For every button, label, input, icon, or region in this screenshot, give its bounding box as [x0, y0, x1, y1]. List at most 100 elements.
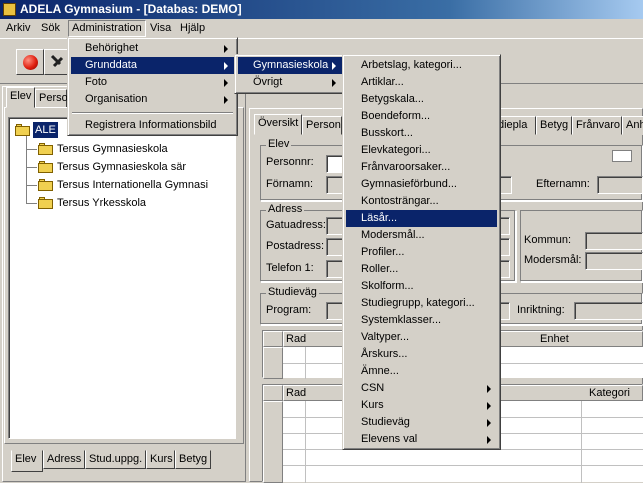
gymnasieskola-menu: Arbetslag, kategori... Artiklar... Betygsk… [342, 54, 501, 450]
menu-item[interactable]: Elevens val [346, 431, 497, 448]
menu-item[interactable]: Skolform... [346, 278, 497, 295]
menu-item[interactable]: Boendeform... [346, 108, 497, 125]
tab-betyg-right[interactable]: Betyg [536, 116, 572, 135]
menu-item-label: Läsår... [361, 212, 398, 224]
menu-item-behorighet[interactable]: Behörighet [71, 40, 234, 57]
tab-betyg[interactable]: Betyg [175, 450, 211, 469]
telefon-label: Telefon 1: [266, 262, 314, 274]
menu-item-label: Artiklar... [361, 76, 404, 88]
column-header-kategori[interactable]: Kategori [589, 386, 630, 400]
modersmal-field[interactable] [585, 252, 643, 270]
menu-item-label: Kurs [361, 399, 384, 411]
tree-item-label: Tersus Gymnasieskola sär [57, 161, 186, 173]
adress-group-label: Adress [266, 203, 305, 215]
menu-item-registrera-informationsbild[interactable]: Registrera Informationsbild [71, 117, 234, 134]
menu-sok[interactable]: Sök [37, 20, 64, 37]
menu-item[interactable]: CSN [346, 380, 497, 397]
menu-item-grunddata[interactable]: Grunddata [71, 57, 234, 74]
column-header-rad[interactable]: Rad [286, 332, 306, 346]
menu-item-gymnasieskola[interactable]: Gymnasieskola [238, 57, 342, 74]
menu-item[interactable]: Valtyper... [346, 329, 497, 346]
tree-item-label: Tersus Yrkesskola [57, 197, 147, 209]
menu-arkiv[interactable]: Arkiv [2, 20, 34, 37]
administration-menu: Behörighet Grunddata Foto Organisation R… [67, 37, 238, 136]
menu-item-label: Betygskala... [361, 93, 424, 105]
menu-item[interactable]: Läsår... [346, 210, 497, 227]
menu-item[interactable]: Busskort... [346, 125, 497, 142]
menu-item-label: Profiler... [361, 246, 405, 258]
tab-person[interactable]: Perso [35, 89, 68, 108]
menu-item[interactable]: Årskurs... [346, 346, 497, 363]
tab-adress[interactable]: Adress [43, 450, 85, 469]
tree-item-label: Tersus Gymnasieskola [57, 143, 168, 155]
submenu-arrow-icon [224, 96, 228, 104]
submenu-arrow-icon [224, 62, 228, 70]
submenu-arrow-icon [224, 45, 228, 53]
tab-elev[interactable]: Elev [6, 87, 35, 108]
kommun-field[interactable] [585, 232, 643, 250]
studievag-group-label: Studieväg [266, 286, 319, 298]
menu-item[interactable]: Arbetslag, kategori... [346, 57, 497, 74]
menu-administration[interactable]: Administration [68, 20, 146, 37]
menu-item-label: Roller... [361, 263, 399, 275]
menu-item[interactable]: Frånvaroorsaker... [346, 159, 497, 176]
menu-bar: Arkiv Sök Administration Visa Hjälp [0, 19, 643, 38]
submenu-arrow-icon [487, 402, 491, 410]
tab-franvaro[interactable]: Frånvaro [572, 116, 622, 135]
column-header-enhet[interactable]: Enhet [540, 332, 569, 346]
tab-oversikt[interactable]: Översikt [254, 114, 302, 135]
tab-elev-bottom[interactable]: Elev [11, 450, 43, 472]
tab-personal[interactable]: Persona [302, 116, 342, 135]
fornamn-label: Förnamn: [266, 178, 314, 190]
menu-item[interactable]: Systemklasser... [346, 312, 497, 329]
tree-item-label: Tersus Internationella Gymnasi [57, 179, 209, 191]
menu-item-ovrigt[interactable]: Övrigt [238, 74, 342, 91]
submenu-arrow-icon [224, 79, 228, 87]
organisation-tree: ALE Tersus Gymnasieskola Tersus Gymnasie… [8, 117, 236, 439]
menu-item-label: Studiegrupp, kategori... [361, 297, 475, 309]
efternamn-field[interactable] [597, 176, 643, 194]
menu-item-label: Busskort... [361, 127, 413, 139]
folder-icon [38, 197, 53, 209]
tab-kurs[interactable]: Kurs [146, 450, 175, 469]
modersmal-label: Modersmål: [524, 254, 582, 266]
submenu-arrow-icon [487, 419, 491, 427]
menu-visa[interactable]: Visa [146, 20, 175, 37]
menu-item[interactable]: Roller... [346, 261, 497, 278]
stop-button[interactable] [16, 49, 44, 75]
postadress-label: Postadress: [266, 240, 325, 252]
window-title: ADELA Gymnasium - [Databas: DEMO] [20, 2, 242, 16]
submenu-arrow-icon [487, 385, 491, 393]
menu-item[interactable]: Ämne... [346, 363, 497, 380]
menu-item[interactable]: Kontosträngar... [346, 193, 497, 210]
menu-item-label: Årskurs... [361, 348, 408, 360]
menu-item-label: Ämne... [361, 365, 399, 377]
column-header-rad[interactable]: Rad [286, 386, 306, 400]
title-bar: ADELA Gymnasium - [Databas: DEMO] [0, 0, 643, 19]
personnr-label: Personnr: [266, 156, 314, 168]
menu-item[interactable]: Kurs [346, 397, 497, 414]
app-icon [3, 3, 16, 16]
menu-item-label: Elevkategori... [361, 144, 431, 156]
photo-icon [612, 150, 632, 162]
folder-icon [38, 161, 53, 173]
menu-item-label: Gymnasieförbund... [361, 178, 457, 190]
menu-item-foto[interactable]: Foto [71, 74, 234, 91]
menu-hjalp[interactable]: Hjälp [176, 20, 209, 37]
menu-item-label: Systemklasser... [361, 314, 442, 326]
menu-item-organisation[interactable]: Organisation [71, 91, 234, 108]
menu-item[interactable]: Modersmål... [346, 227, 497, 244]
menu-item[interactable]: Studiegrupp, kategori... [346, 295, 497, 312]
menu-item[interactable]: Profiler... [346, 244, 497, 261]
menu-item-label: Kontosträngar... [361, 195, 439, 207]
tab-stud-uppg[interactable]: Stud.uppg. [85, 450, 146, 469]
menu-item[interactable]: Studieväg [346, 414, 497, 431]
menu-item[interactable]: Gymnasieförbund... [346, 176, 497, 193]
menu-item[interactable]: Elevkategori... [346, 142, 497, 159]
menu-item[interactable]: Betygskala... [346, 91, 497, 108]
inriktning-field[interactable] [574, 302, 643, 320]
menu-item[interactable]: Artiklar... [346, 74, 497, 91]
menu-item-label: Skolform... [361, 280, 414, 292]
menu-item-label: CSN [361, 382, 385, 394]
tab-anhoriga[interactable]: Anh [622, 116, 643, 135]
